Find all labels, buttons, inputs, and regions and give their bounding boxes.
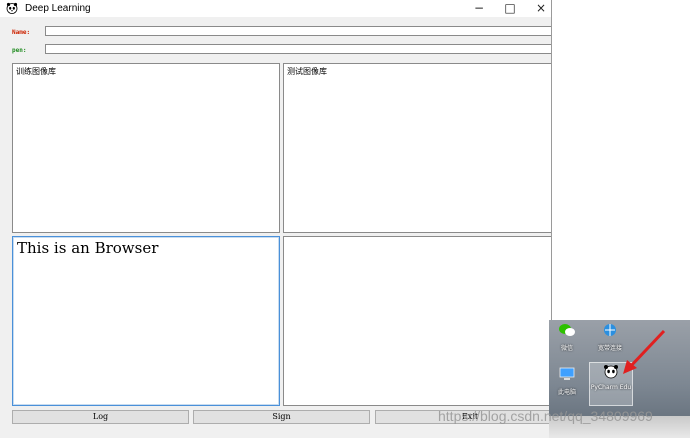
training-image-library-panel[interactable]: 训练图像库 [12, 63, 280, 233]
computer-icon [559, 367, 575, 380]
name-input[interactable] [45, 26, 551, 36]
name-label: Name: [12, 29, 31, 36]
training-image-library-title: 训练图像库 [16, 67, 56, 76]
log-button[interactable]: Log [12, 410, 189, 424]
desktop-item-label: 微信 [560, 345, 573, 352]
browser-text-area[interactable]: This is an Browser [12, 236, 280, 406]
watermark: https://blog.csdn.net/qq_34809969 [438, 408, 653, 424]
title-bar[interactable]: Deep Learning − □ × [0, 0, 551, 17]
test-image-library-title: 测试图像库 [287, 67, 327, 76]
red-arrow-annotation [623, 329, 666, 374]
pen-label: pen: [12, 47, 27, 54]
main-window: Deep Learning − □ × Name: pen: 训练图像库 测试图… [0, 0, 552, 438]
desktop-item-this-pc[interactable]: 此电脑 [552, 366, 582, 396]
test-image-library-panel[interactable]: 测试图像库 [283, 63, 551, 233]
panda-app-icon [6, 2, 18, 14]
minimize-button[interactable]: − [464, 0, 494, 17]
panda-icon [604, 365, 618, 379]
desktop-item-label: PyCharm Edu [590, 384, 632, 391]
output-panel[interactable] [283, 236, 551, 406]
window-title: Deep Learning [25, 3, 91, 14]
network-icon [604, 324, 616, 336]
maximize-button[interactable]: □ [495, 0, 525, 17]
close-button[interactable]: × [526, 0, 551, 17]
browser-text: This is an Browser [17, 239, 159, 257]
wechat-icon [559, 324, 575, 336]
sign-button[interactable]: Sign [193, 410, 370, 424]
desktop-item-wechat[interactable]: 微信 [552, 322, 582, 352]
desktop-item-label: 此电脑 [557, 389, 576, 396]
pen-input[interactable] [45, 44, 551, 54]
